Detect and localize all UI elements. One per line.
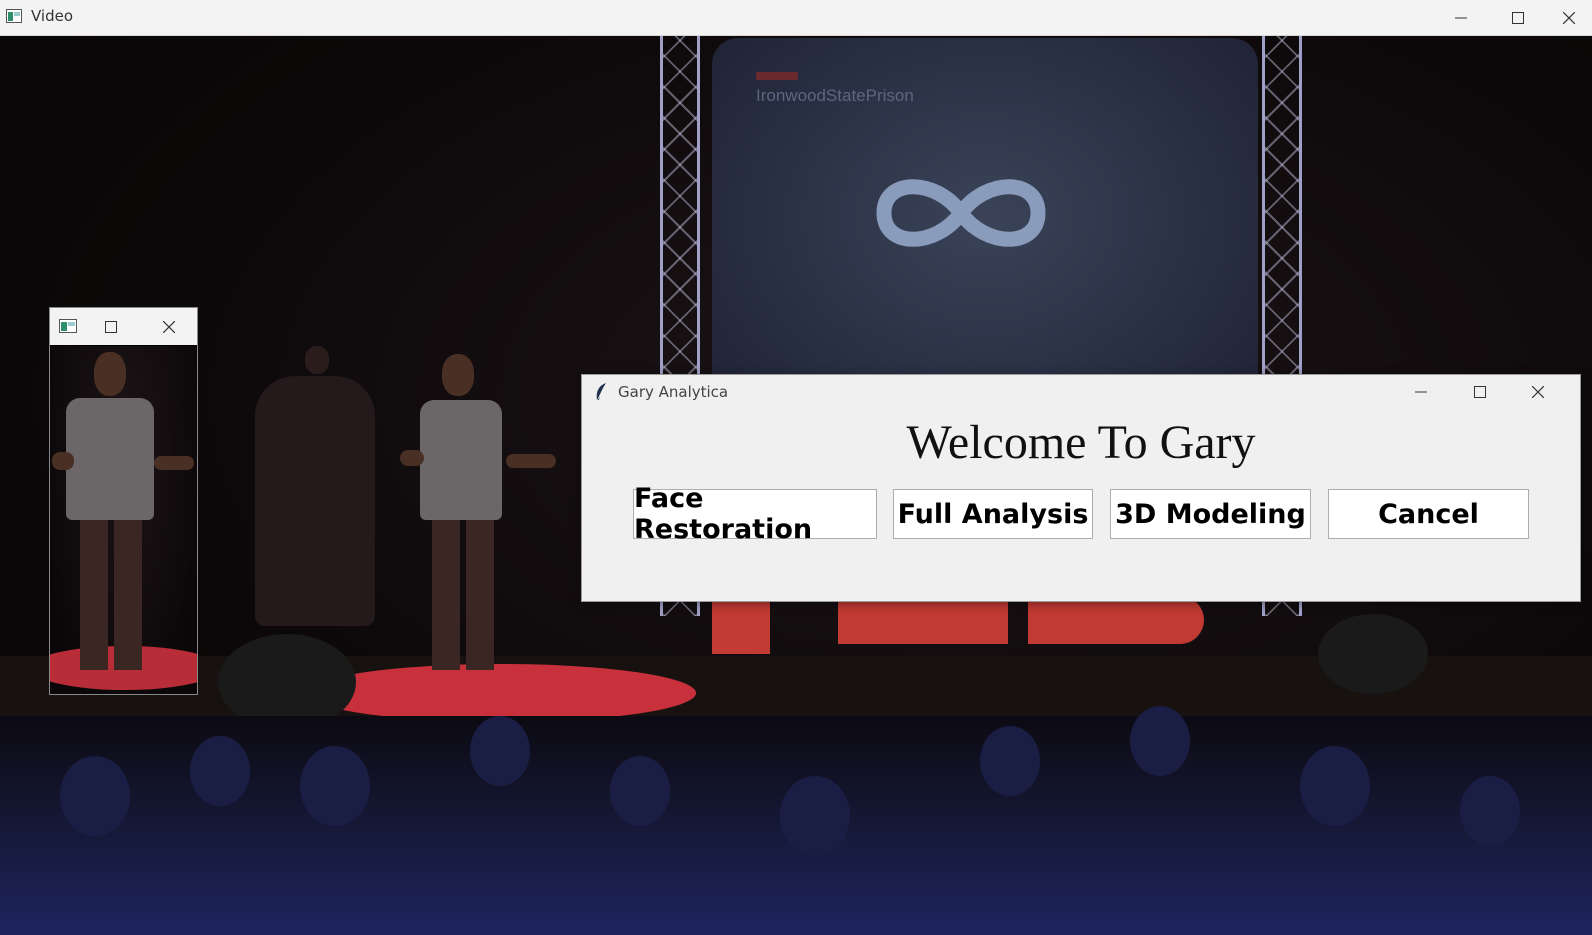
screen-logo-mark bbox=[756, 72, 798, 80]
maximize-icon bbox=[105, 320, 117, 333]
close-icon bbox=[1563, 11, 1575, 24]
minimize-icon bbox=[1415, 391, 1427, 393]
feather-icon bbox=[596, 383, 606, 402]
preview-maximize-button[interactable] bbox=[96, 308, 126, 345]
close-icon bbox=[163, 320, 175, 333]
cancel-button[interactable]: Cancel bbox=[1328, 489, 1529, 539]
dialog-minimize-button[interactable] bbox=[1397, 375, 1445, 409]
maximize-button[interactable] bbox=[1495, 0, 1541, 35]
dialog-title: Gary Analytica bbox=[618, 383, 729, 401]
minimize-icon bbox=[1455, 17, 1467, 18]
screen-caption: IronwoodStatePrison bbox=[756, 86, 914, 105]
stage-letter-e bbox=[838, 596, 1008, 644]
dialog-close-button[interactable] bbox=[1514, 375, 1562, 409]
infinity-icon bbox=[876, 179, 1046, 247]
gary-analytica-dialog[interactable]: Gary Analytica Welcome To Gary Face Rest… bbox=[581, 374, 1581, 602]
video-window-titlebar[interactable]: Video bbox=[0, 0, 1592, 36]
preview-close-button[interactable] bbox=[154, 308, 184, 345]
maximize-icon bbox=[1474, 386, 1486, 398]
minimize-button[interactable] bbox=[1438, 0, 1484, 35]
dialog-maximize-button[interactable] bbox=[1456, 375, 1504, 409]
window-title: Video bbox=[31, 7, 74, 25]
preview-window-titlebar[interactable] bbox=[50, 308, 197, 345]
app-window-icon bbox=[59, 319, 77, 333]
full-analysis-button[interactable]: Full Analysis bbox=[893, 489, 1093, 539]
face-restoration-button[interactable]: Face Restoration bbox=[633, 483, 877, 545]
preview-window[interactable] bbox=[49, 307, 198, 695]
stage-letter-d bbox=[1028, 596, 1204, 644]
audience bbox=[0, 706, 1592, 935]
stage-monitor-speaker-right bbox=[1318, 614, 1428, 694]
dialog-titlebar[interactable]: Gary Analytica bbox=[582, 375, 1580, 409]
close-icon bbox=[1532, 386, 1544, 398]
red-rug bbox=[306, 664, 696, 722]
stage-letter-t bbox=[712, 596, 770, 654]
preview-crop-view bbox=[50, 346, 197, 694]
welcome-heading: Welcome To Gary bbox=[906, 416, 1256, 469]
3d-modeling-button[interactable]: 3D Modeling bbox=[1110, 489, 1311, 539]
maximize-icon bbox=[1512, 11, 1524, 24]
close-button[interactable] bbox=[1546, 0, 1592, 35]
app-window-icon bbox=[6, 9, 22, 23]
